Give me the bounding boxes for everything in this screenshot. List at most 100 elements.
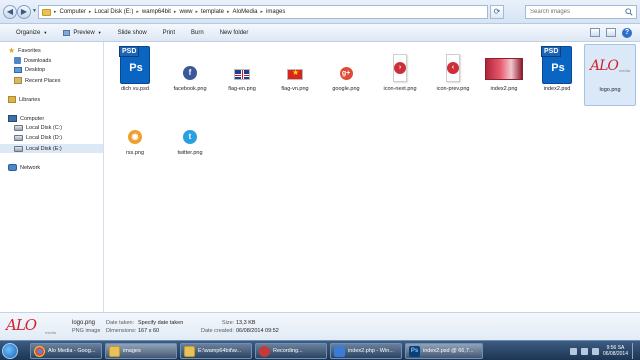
chevron-right-icon[interactable]: ▸ [89, 9, 92, 15]
clock[interactable]: 9:56 SA 06/08/2014 [603, 345, 628, 357]
date-taken-label: Date taken: [106, 320, 135, 326]
burn-button[interactable]: Burn [183, 24, 212, 42]
breadcrumb-www[interactable]: www [179, 9, 192, 15]
chevron-right-icon[interactable]: ▸ [136, 9, 139, 15]
nav-disk-e[interactable]: Local Disk (E:) [0, 144, 103, 153]
burn-label: Burn [191, 29, 204, 36]
flag-en-icon [234, 69, 250, 80]
preview-button[interactable]: Preview ▼ [55, 24, 109, 42]
task-images-folder[interactable]: images [105, 343, 177, 359]
photoshop-psd-icon: PSD Ps [541, 46, 572, 84]
chrome-icon [34, 345, 45, 357]
file-item[interactable]: t twitter.png [164, 108, 216, 170]
ps-glyph: Ps [551, 62, 565, 74]
nav-computer-label: Computer [20, 115, 45, 122]
breadcrumb-local-disk-e[interactable]: Local Disk (E:) [94, 9, 133, 15]
nav-disk-d[interactable]: Local Disk (D:) [14, 135, 62, 141]
file-item[interactable]: index2.png [478, 44, 530, 106]
breadcrumb-computer[interactable]: Computer [60, 9, 86, 15]
change-view-icon[interactable] [590, 28, 600, 37]
task-explorer-path[interactable]: E:\wamp64bit\w... [180, 343, 252, 359]
explorer-folder-icon [109, 345, 120, 357]
network-icon [8, 164, 17, 171]
date-created-label: Date created: [201, 328, 235, 334]
rss-icon: ◉ [128, 130, 142, 144]
nav-favorites-label: Favorites [18, 47, 41, 54]
refresh-button[interactable]: ⟳ [490, 5, 504, 19]
details-pane: ALO media logo.png PNG image Date taken: … [0, 312, 640, 340]
file-item[interactable]: › icon-next.png [374, 44, 426, 106]
file-item[interactable]: g+ google.png [320, 44, 372, 106]
flag-vn-icon [287, 68, 303, 80]
task-label: Alo Media - Goog... [48, 348, 96, 354]
task-recording[interactable]: Recording... [255, 343, 327, 359]
chevron-right-icon: ▸ [54, 9, 57, 15]
task-editor[interactable]: index2.php - Win... [330, 343, 402, 359]
task-label: images [123, 348, 141, 354]
back-button[interactable]: ◀ [3, 5, 17, 19]
search-icon[interactable] [625, 8, 633, 16]
nav-disk-c[interactable]: Local Disk (C:) [14, 125, 62, 131]
recent-pages-dropdown[interactable]: ▼ [32, 8, 37, 14]
search-box[interactable] [525, 5, 637, 19]
date-taken-value[interactable]: Specify date taken [138, 320, 183, 326]
volume-icon[interactable] [591, 347, 599, 355]
nav-libraries[interactable]: Libraries [8, 96, 40, 103]
start-button[interactable] [2, 343, 18, 359]
chevron-right-icon[interactable]: ▸ [261, 9, 264, 15]
details-thumbnail: ALO media [6, 316, 58, 338]
file-name: icon-next.png [383, 86, 417, 92]
slideshow-button[interactable]: Slide show [110, 24, 155, 42]
organize-button[interactable]: Organize ▼ [8, 24, 55, 42]
flag-icon[interactable] [569, 347, 577, 355]
recent-places-icon [14, 77, 22, 84]
size-label: Size: [222, 320, 235, 326]
nav-libraries-label: Libraries [19, 96, 41, 103]
clock-date: 06/08/2014 [602, 351, 628, 357]
file-thumbnail: ◉ [115, 108, 155, 148]
file-item[interactable]: PSD Ps dich vu.psd [109, 44, 161, 106]
breadcrumb[interactable]: ▸ Computer ▸ Local Disk (E:) ▸ wamp64bit… [38, 5, 488, 19]
nav-recent-places[interactable]: Recent Places [14, 77, 60, 84]
print-label: Print [162, 29, 175, 36]
file-item[interactable]: PSD Ps index2.psd [531, 44, 583, 106]
print-button[interactable]: Print [155, 24, 183, 42]
nav-desktop[interactable]: Desktop [14, 67, 45, 73]
help-icon[interactable]: ? [622, 27, 632, 38]
chevron-right-icon[interactable]: ▸ [174, 9, 177, 15]
file-item[interactable]: flag-en.png [216, 44, 268, 106]
nav-computer[interactable]: Computer [8, 115, 44, 122]
nav-downloads[interactable]: Downloads [14, 57, 51, 64]
file-name: index2.png [490, 86, 518, 92]
breadcrumb-alomedia[interactable]: AloMedia [232, 9, 257, 15]
chevron-right-icon[interactable]: ▸ [227, 9, 230, 15]
file-list: PSD Ps dich vu.psd f facebook.png flag-en… [105, 42, 640, 312]
nav-favorites[interactable]: ★ Favorites [8, 47, 41, 55]
file-item[interactable]: ◉ rss.png [109, 108, 161, 170]
preview-pane-icon[interactable] [606, 28, 616, 37]
show-desktop-button[interactable] [632, 343, 638, 359]
network-icon[interactable] [580, 347, 588, 355]
details-file-name: logo.png [72, 320, 96, 326]
breadcrumb-template[interactable]: template [201, 9, 224, 15]
breadcrumb-wamp64bit[interactable]: wamp64bit [142, 9, 171, 15]
file-item[interactable]: flag-vn.png [269, 44, 321, 106]
new-folder-button[interactable]: New folder [212, 24, 257, 42]
task-label: index2.php - Win... [348, 348, 394, 354]
file-thumbnail: ALO media [590, 45, 630, 85]
file-thumbnail: › [380, 44, 420, 84]
google-plus-icon: g+ [339, 67, 353, 80]
file-thumbnail [484, 44, 524, 84]
chevron-right-icon[interactable]: ▸ [195, 9, 198, 15]
task-chrome[interactable]: Alo Media - Goog... [30, 343, 102, 359]
search-input[interactable] [530, 6, 626, 18]
forward-button[interactable]: ▶ [17, 5, 31, 19]
file-item[interactable]: f facebook.png [164, 44, 216, 106]
breadcrumb-images[interactable]: images [266, 9, 285, 15]
nav-network[interactable]: Network [8, 164, 40, 171]
file-item[interactable]: ‹ icon-prev.png [427, 44, 479, 106]
chevron-down-icon: ▼ [97, 30, 102, 35]
task-photoshop[interactable]: Ps index2.psd @ 66,7... [405, 343, 483, 359]
file-item-selected[interactable]: ALO media logo.png [584, 44, 636, 106]
file-name: twitter.png [177, 150, 203, 156]
